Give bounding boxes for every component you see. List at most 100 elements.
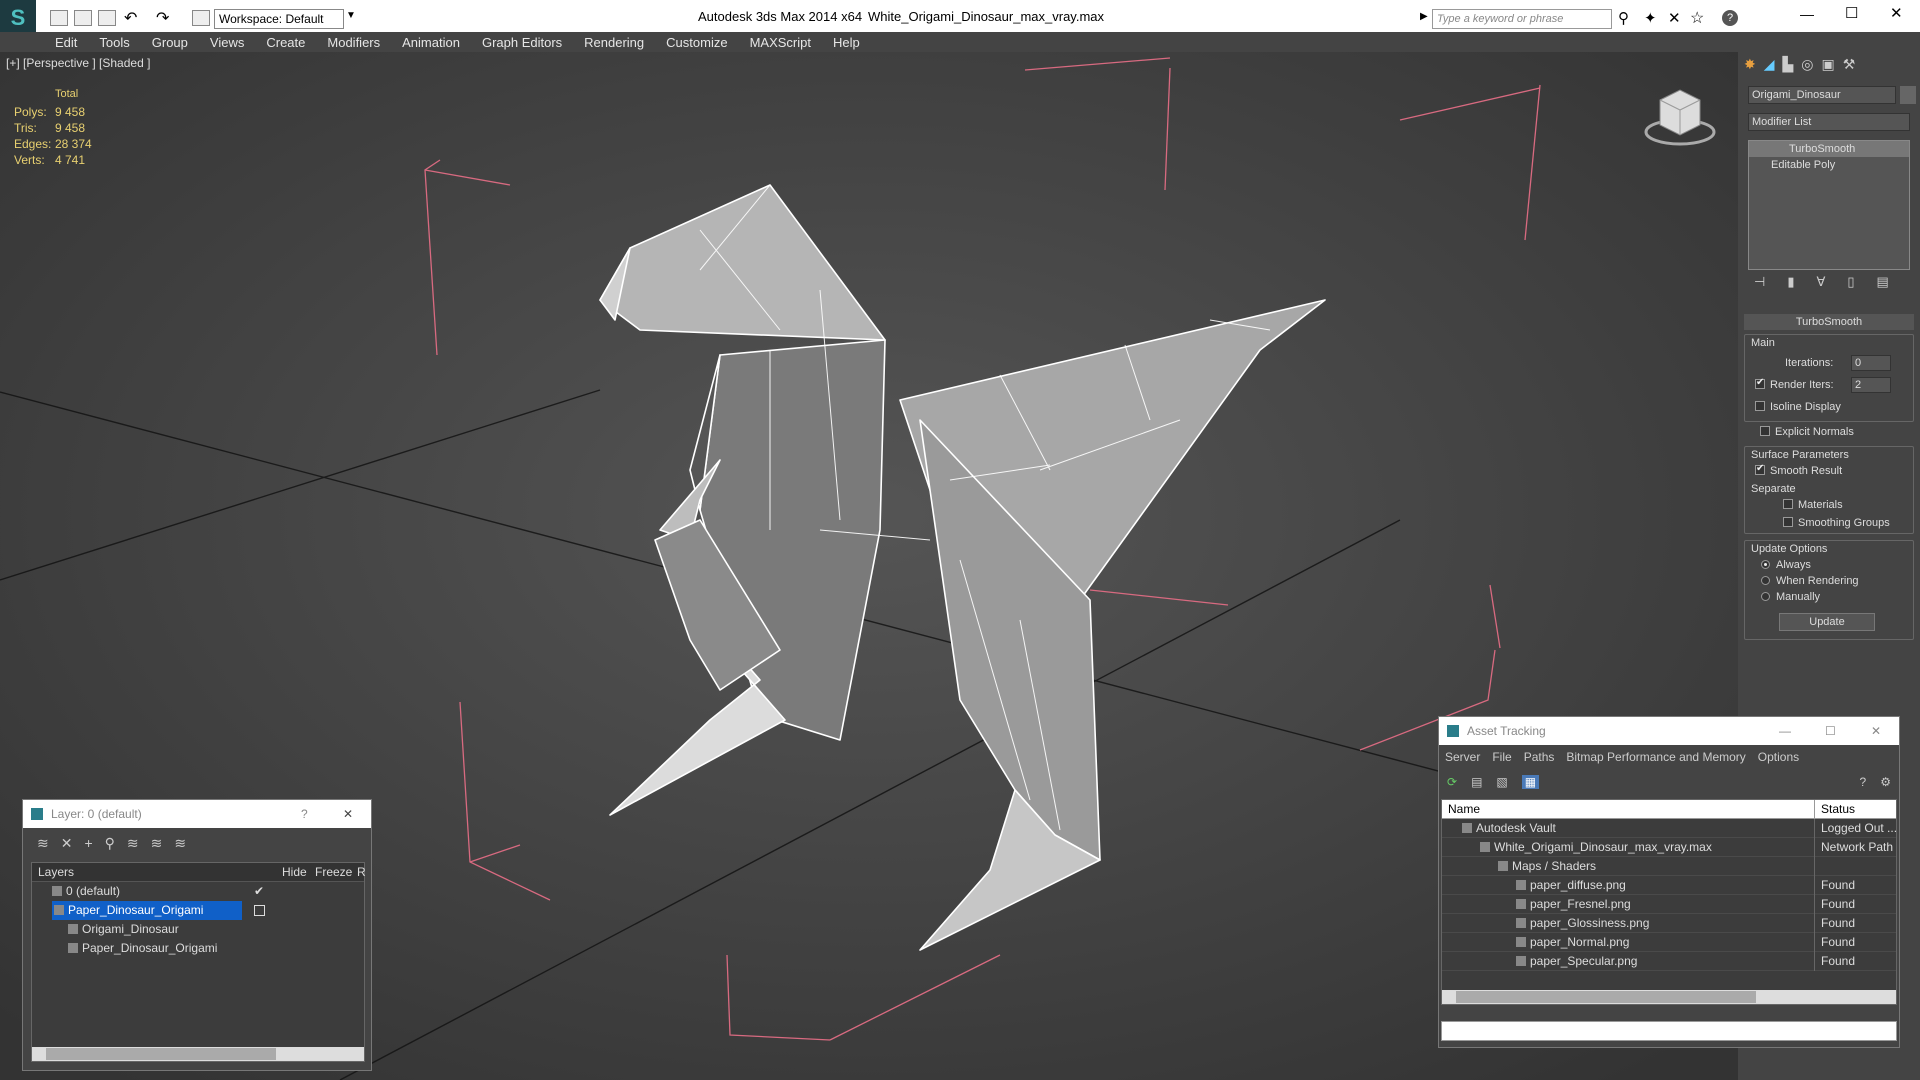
asset-row[interactable]: paper_Glossiness.png Found: [1442, 914, 1896, 933]
layer-scrollbar[interactable]: [32, 1047, 364, 1061]
workspace-select[interactable]: Workspace: Default: [214, 9, 344, 29]
menu-group[interactable]: Group: [152, 35, 188, 50]
always-radio[interactable]: [1761, 560, 1770, 569]
thumbnail-view-icon[interactable]: ▧: [1496, 775, 1507, 789]
asset-menu-server[interactable]: Server: [1445, 750, 1480, 764]
exchange-icon[interactable]: ✕: [1668, 9, 1681, 27]
asset-scrollbar[interactable]: [1442, 990, 1896, 1004]
render-iters-checkbox[interactable]: [1755, 377, 1765, 389]
col-status[interactable]: Status: [1814, 800, 1855, 819]
checkmark-icon[interactable]: ✔: [254, 882, 264, 901]
asset-menu-options[interactable]: Options: [1758, 750, 1799, 764]
stack-item-turbosmooth[interactable]: TurboSmooth: [1749, 141, 1909, 157]
asset-row[interactable]: paper_Fresnel.png Found: [1442, 895, 1896, 914]
delete-layer-icon[interactable]: ✕: [61, 835, 73, 852]
hide-all-icon[interactable]: ≋: [151, 835, 163, 852]
asset-row[interactable]: White_Origami_Dinosaur_max_vray.max Netwo…: [1442, 838, 1896, 857]
object-name-field[interactable]: Origami_Dinosaur: [1748, 86, 1896, 104]
menu-graph-editors[interactable]: Graph Editors: [482, 35, 562, 50]
asset-path-field[interactable]: [1441, 1021, 1897, 1041]
maximize-button[interactable]: ☐: [1845, 4, 1858, 22]
new-file-icon[interactable]: [50, 10, 68, 26]
when-rendering-radio[interactable]: [1761, 576, 1770, 585]
render-iters-spinner[interactable]: 2: [1851, 377, 1891, 393]
menu-customize[interactable]: Customize: [666, 35, 727, 50]
asset-row[interactable]: Maps / Shaders: [1442, 857, 1896, 876]
materials-checkbox[interactable]: [1783, 499, 1793, 509]
menu-tools[interactable]: Tools: [99, 35, 129, 50]
menu-modifiers[interactable]: Modifiers: [327, 35, 380, 50]
highlight-layer-icon[interactable]: ≋: [127, 835, 139, 852]
menu-animation[interactable]: Animation: [402, 35, 460, 50]
table-view-icon[interactable]: ▦: [1521, 775, 1540, 789]
asset-minimize-button[interactable]: —: [1779, 717, 1791, 745]
binoculars-icon[interactable]: ⚲: [1618, 9, 1629, 27]
asset-row[interactable]: paper_diffuse.png Found: [1442, 876, 1896, 895]
asset-row[interactable]: paper_Normal.png Found: [1442, 933, 1896, 952]
motion-tab-icon[interactable]: ◎: [1801, 56, 1813, 72]
modifier-list-dropdown[interactable]: Modifier List: [1748, 113, 1910, 131]
open-file-icon[interactable]: [74, 10, 92, 26]
layer-row[interactable]: Origami_Dinosaur: [32, 920, 364, 939]
create-layer-icon[interactable]: ≋: [37, 835, 49, 852]
help-icon[interactable]: ?: [1722, 10, 1738, 26]
menu-create[interactable]: Create: [266, 35, 305, 50]
display-tab-icon[interactable]: ▣: [1822, 56, 1835, 72]
asset-help-icon[interactable]: ?: [1860, 775, 1867, 789]
col-r[interactable]: R: [357, 863, 366, 882]
modify-tab-icon[interactable]: ◢: [1764, 56, 1775, 72]
communication-icon[interactable]: ✦: [1644, 9, 1657, 27]
col-freeze[interactable]: Freeze: [315, 863, 352, 882]
isoline-checkbox[interactable]: [1755, 401, 1765, 411]
active-box-icon[interactable]: [254, 905, 265, 916]
menu-views[interactable]: Views: [210, 35, 244, 50]
layer-manager-title[interactable]: Layer: 0 (default) ? ✕: [23, 800, 371, 828]
col-layers[interactable]: Layers: [38, 863, 74, 882]
remove-modifier-icon[interactable]: ▯: [1847, 274, 1854, 290]
select-in-layer-icon[interactable]: ⚲: [105, 835, 115, 852]
asset-close-button[interactable]: ✕: [1871, 717, 1881, 745]
menu-help[interactable]: Help: [833, 35, 860, 50]
layer-row[interactable]: Paper_Dinosaur_Origami: [32, 939, 364, 958]
list-view-icon[interactable]: ▤: [1471, 775, 1482, 789]
refresh-icon[interactable]: ⟳: [1447, 775, 1457, 789]
menu-edit[interactable]: Edit: [55, 35, 77, 50]
configure-sets-icon[interactable]: ▤: [1877, 274, 1889, 290]
object-color-swatch[interactable]: [1900, 86, 1916, 104]
rollout-title[interactable]: TurboSmooth: [1744, 314, 1914, 330]
layer-row[interactable]: Paper_Dinosaur_Origami: [32, 901, 364, 920]
col-name[interactable]: Name: [1448, 800, 1480, 819]
modifier-stack[interactable]: TurboSmooth Editable Poly: [1748, 140, 1910, 270]
add-to-layer-icon[interactable]: +: [84, 835, 92, 851]
asset-menu-file[interactable]: File: [1492, 750, 1511, 764]
freeze-all-icon[interactable]: ≋: [174, 835, 186, 852]
layer-row[interactable]: 0 (default) ✔: [32, 882, 364, 901]
asset-menu-paths[interactable]: Paths: [1524, 750, 1555, 764]
asset-menu-bitmap[interactable]: Bitmap Performance and Memory: [1566, 750, 1745, 764]
close-button[interactable]: ✕: [1890, 4, 1903, 22]
redo-icon[interactable]: ↷: [156, 8, 169, 28]
asset-row[interactable]: Autodesk Vault Logged Out ...: [1442, 819, 1897, 838]
asset-row[interactable]: paper_Specular.png Found: [1442, 952, 1896, 971]
layer-close-button[interactable]: ✕: [343, 800, 353, 828]
favorites-star-icon[interactable]: ☆: [1690, 8, 1704, 28]
asset-tracking-title[interactable]: Asset Tracking — ☐ ✕: [1439, 717, 1899, 745]
smoothing-groups-checkbox[interactable]: [1783, 517, 1793, 527]
menu-maxscript[interactable]: MAXScript: [750, 35, 811, 50]
viewport-label[interactable]: [+] [Perspective ] [Shaded ]: [6, 56, 150, 70]
col-hide[interactable]: Hide: [282, 863, 307, 882]
update-button[interactable]: Update: [1779, 613, 1875, 631]
minimize-button[interactable]: —: [1800, 6, 1814, 22]
project-folder-icon[interactable]: [192, 10, 210, 26]
show-end-result-icon[interactable]: ▮: [1787, 274, 1794, 290]
pin-stack-icon[interactable]: ⊣: [1754, 274, 1765, 290]
asset-settings-icon[interactable]: ⚙: [1880, 775, 1891, 789]
help-button[interactable]: ?: [301, 800, 308, 828]
create-tab-icon[interactable]: ✸: [1744, 56, 1756, 72]
explicit-normals-checkbox[interactable]: [1760, 426, 1770, 436]
hierarchy-tab-icon[interactable]: ▙: [1783, 56, 1794, 72]
iterations-spinner[interactable]: 0: [1851, 355, 1891, 371]
asset-maximize-button[interactable]: ☐: [1825, 717, 1836, 745]
save-file-icon[interactable]: [98, 10, 116, 26]
workspace-dropdown-icon[interactable]: ▼: [346, 10, 356, 21]
